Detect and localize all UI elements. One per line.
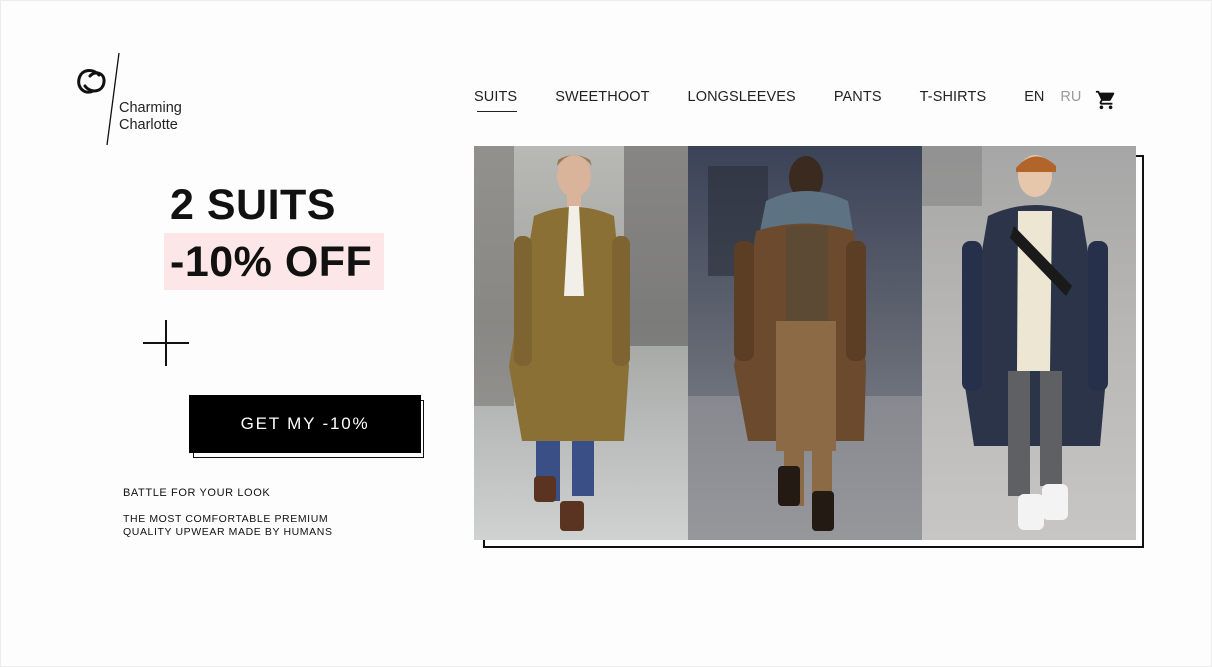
description: THE MOST COMFORTABLE PREMIUM QUALITY UPW… xyxy=(123,513,333,538)
photo-model-navy-coat[interactable] xyxy=(922,146,1136,540)
cart-button[interactable] xyxy=(1095,89,1117,111)
promo-headline: 2 SUITS xyxy=(170,181,336,229)
photo-model-brown-coat[interactable] xyxy=(688,146,922,540)
promo-discount: -10% OFF xyxy=(170,238,373,286)
nav-item-sweethoot[interactable]: SWEETHOOT xyxy=(555,89,649,111)
model-camel-coat-illustration xyxy=(474,146,688,531)
nav-item-suits[interactable]: SUITS xyxy=(474,89,518,112)
brand-name-line2: Charlotte xyxy=(119,117,178,133)
shopping-cart-icon xyxy=(1095,90,1115,110)
nav-item-tshirts[interactable]: T-SHIRTS xyxy=(920,89,987,111)
lang-en-toggle[interactable]: EN xyxy=(1024,89,1044,111)
tagline: BATTLE FOR YOUR LOOK xyxy=(123,487,271,499)
photo-model-camel-coat[interactable] xyxy=(474,146,688,540)
model-navy-coat-illustration xyxy=(922,146,1108,530)
model-brown-coat-illustration xyxy=(688,156,922,540)
plus-icon xyxy=(143,320,189,366)
brand-name: Charming Charlotte xyxy=(119,100,182,134)
main-nav: SUITS SWEETHOOT LONGSLEEVES PANTS T-SHIR… xyxy=(474,89,1129,112)
nav-item-pants[interactable]: PANTS xyxy=(834,89,882,111)
get-discount-button[interactable]: GET MY -10% xyxy=(189,395,421,453)
nav-item-longsleeves[interactable]: LONGSLEEVES xyxy=(688,89,796,111)
brand-logo[interactable]: Charming Charlotte xyxy=(75,50,205,150)
hero-photo-strip xyxy=(474,146,1136,540)
brand-name-line1: Charming xyxy=(119,100,182,116)
lang-ru-toggle[interactable]: RU xyxy=(1060,89,1081,111)
